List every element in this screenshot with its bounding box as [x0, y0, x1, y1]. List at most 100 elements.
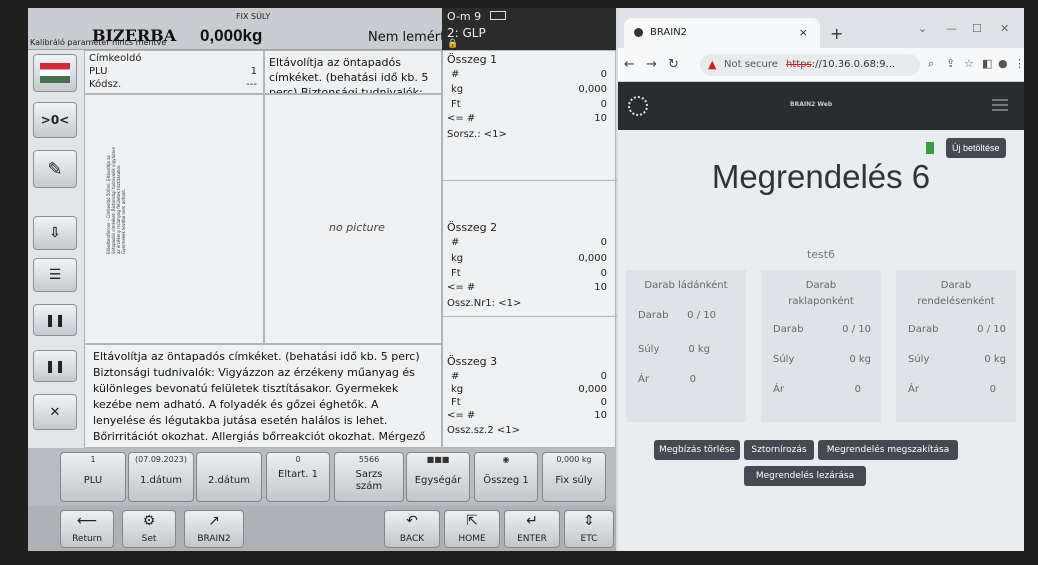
enter-button[interactable]: ↵ ENTER — [504, 510, 560, 548]
forward-arrow-icon[interactable]: → — [646, 57, 657, 72]
button-label: BRAIN2 — [197, 534, 231, 544]
card-header: Darab raklaponként — [788, 280, 854, 307]
pause-button[interactable]: ❚❚ — [33, 304, 77, 336]
button-value: 1 — [90, 455, 96, 464]
menu-kebab-icon[interactable]: ⋮ — [1014, 57, 1024, 70]
button-value: ◉ — [502, 455, 510, 464]
totals-panel: Összeg 1 #0 kg 0,000 Ft 0 <= # 10 Sorsz.: <… — [442, 50, 617, 448]
bookmark-star-icon[interactable]: ☆ — [964, 57, 974, 70]
total-row: Ft 0 — [447, 268, 607, 280]
language-flag-button[interactable] — [33, 54, 77, 92]
profile-icon[interactable]: ● — [998, 57, 1008, 70]
download-icon[interactable] — [926, 142, 934, 154]
more-icon: ⇕ — [583, 513, 595, 529]
print-icon: ⇩ — [49, 225, 61, 241]
total-row: <= # 10 — [447, 410, 607, 422]
set-button[interactable]: ⚙ Set — [122, 510, 176, 548]
total-row: #0 — [447, 371, 607, 383]
row-label: Ár — [638, 374, 649, 385]
row-label: kg — [451, 84, 464, 95]
cancel-button[interactable]: ✕ — [33, 394, 77, 430]
row-label: Súly — [908, 354, 930, 365]
browser-tabbar: BRAIN2 × + ⌄ — ☐ ✕ — [618, 8, 1024, 48]
browser-tab[interactable]: BRAIN2 × — [624, 18, 820, 48]
unit-price-button[interactable]: ■■■ Egységár — [406, 452, 470, 502]
row-value: 10 — [594, 113, 607, 124]
card-row: Súly 0 kg — [908, 354, 1006, 368]
total-row: #0 — [447, 237, 607, 249]
brain-logo-icon[interactable] — [628, 96, 648, 116]
row-label: # — [451, 237, 460, 248]
row-value: 0,000 — [578, 253, 607, 264]
date2-button[interactable]: 2.dátum — [196, 452, 262, 502]
lock-icon: 🔒 — [447, 39, 459, 49]
reload-icon[interactable]: ↻ — [668, 57, 679, 72]
delete-order-button[interactable]: Megbízás törlése — [654, 440, 740, 460]
reverse-button[interactable]: Sztornírozás — [744, 440, 814, 460]
row-value: 0 — [989, 384, 996, 395]
row-value: 0,000 — [578, 384, 607, 395]
etc-button[interactable]: ⇕ ETC — [564, 510, 614, 548]
hamburger-menu-icon[interactable] — [992, 99, 1008, 111]
card-header: Darab ládánként — [644, 280, 728, 291]
tab-search-icon[interactable]: ⌄ — [918, 22, 927, 35]
battery-icon — [490, 11, 506, 20]
share-icon[interactable]: ⇪ — [946, 57, 955, 70]
url-input[interactable]: ▲ Not secure https://10.36.0.68:9... — [700, 54, 920, 76]
settings-icon: ⚙ — [142, 513, 156, 529]
zoom-icon[interactable]: ⌕ — [928, 57, 934, 71]
fix-weight-button[interactable]: 0,000 kg Fix súly — [542, 452, 606, 502]
tab-title: BRAIN2 — [650, 27, 688, 38]
return-button[interactable]: ⟵ Return — [60, 510, 114, 548]
print-label-button[interactable]: ⇩ — [33, 216, 77, 250]
sidepanel-icon[interactable]: ◧ — [982, 57, 992, 70]
new-tab-button[interactable]: + — [830, 24, 843, 43]
list-icon: ☰ — [48, 267, 62, 283]
weight-display: 0,000kg — [200, 26, 263, 45]
total-row: <= # 10 — [447, 113, 607, 125]
total1-button[interactable]: ◉ Összeg 1 — [474, 452, 538, 502]
button-label: HOME — [458, 534, 486, 544]
row-value: 0 / 10 — [977, 324, 1006, 335]
back-button[interactable]: ↶ BACK — [384, 510, 440, 548]
page-subtitle: test6 — [806, 248, 836, 261]
brain-favicon-icon — [634, 28, 643, 37]
tare-zero-button[interactable]: >0< — [33, 102, 77, 138]
label-edit-button[interactable]: ✎ — [33, 150, 77, 188]
row-value: 0 — [600, 268, 607, 279]
button-value: 0,000 kg — [556, 455, 592, 464]
shelf-life-button[interactable]: 0 Eltart. 1 — [266, 452, 330, 502]
new-load-button[interactable]: Új betöltése — [946, 138, 1006, 158]
close-window-icon[interactable]: ✕ — [1000, 22, 1009, 35]
minimize-icon[interactable]: — — [946, 22, 957, 35]
print-list-button[interactable]: ☰ — [33, 258, 77, 292]
pause-button-2[interactable]: ❚❚ — [33, 350, 77, 382]
close-order-button[interactable]: Megrendelés lezárása — [744, 466, 866, 486]
row-label: # — [451, 69, 460, 80]
home-button[interactable]: ⇱ HOME — [444, 510, 500, 548]
button-value: 0 — [295, 455, 301, 464]
card-row: Darab 0 / 10 — [908, 324, 1006, 338]
back-arrow-icon[interactable]: ← — [624, 57, 635, 72]
row-label: # — [451, 371, 460, 382]
code-value: --- — [246, 79, 257, 90]
label-edit-icon: ✎ — [47, 158, 63, 180]
card-header: Darab rendelésenként — [917, 280, 995, 307]
button-label: Sarzs szám — [355, 469, 383, 492]
date1-button[interactable]: (07.09.2023) 1.dátum — [128, 452, 194, 502]
interrupt-order-button[interactable]: Megrendelés megszakítása — [818, 440, 958, 460]
row-label: kg — [451, 253, 464, 264]
plu-button[interactable]: 1 PLU — [60, 452, 126, 502]
plu-label: PLU — [89, 66, 108, 77]
not-secure-label: Not secure — [724, 59, 778, 70]
tab-close-icon[interactable]: × — [799, 26, 808, 39]
batch-number-button[interactable]: 5566 Sarzs szám — [334, 452, 404, 502]
maximize-icon[interactable]: ☐ — [972, 22, 982, 35]
card-row: Darab 0 / 10 — [638, 310, 736, 324]
per-order-card: Darab rendelésenként Darab 0 / 10 Súly 0 k… — [896, 270, 1016, 422]
row-value: 0 — [600, 371, 607, 382]
total-title: Összeg 1 — [447, 53, 498, 66]
total-footer: Ossz.Nr1: <1> — [447, 298, 522, 309]
brain2-button[interactable]: ↗ BRAIN2 — [184, 510, 244, 548]
weighing-status: Nem lemért — [368, 30, 446, 45]
